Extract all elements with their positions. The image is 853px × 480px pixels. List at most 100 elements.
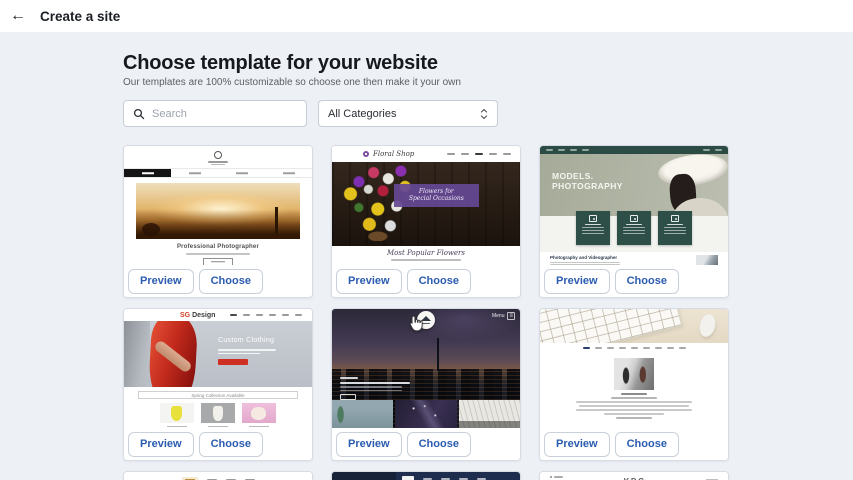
chevron-updown-icon [480,108,488,120]
template-thumbnail-sg-design[interactable]: SG Design Custom Clothing Spring Collect… [124,309,312,428]
sunset-field-photo [136,183,300,239]
hero-text: Custom Clothing [218,337,304,365]
preview-button[interactable]: Preview [336,269,402,294]
template-card-photographer: Professional Photographer Preview Choose [123,145,313,298]
template-card-city: Menu ≡ [331,308,521,461]
hero-headline: MODELS. PHOTOGRAPHY [552,171,623,191]
choose-button[interactable]: Choose [199,269,263,294]
floral-logo-icon [363,151,369,157]
choose-button[interactable]: Choose [407,269,471,294]
preview-button[interactable]: Preview [544,269,610,294]
sketch-photo [459,400,520,428]
template-footer: Most Popular Flowers [332,246,520,265]
preview-button[interactable]: Preview [128,432,194,457]
statue-of-liberty-photo [332,400,393,428]
template-card-row3-1: Preview Choose [123,471,313,480]
cta-button-placeholder [218,359,248,365]
camera-icon [589,215,597,222]
template-thumbnail-kdc[interactable]: KDC [540,472,728,480]
card-actions: Preview Choose [124,265,312,297]
search-icon [133,108,145,120]
collection-banner: Spring Collection Available [138,391,298,399]
tulip-bouquet-photo: Flowers for Special Occasions [332,162,520,246]
feature-cards-row [540,216,728,252]
menu-control: Menu ≡ [492,312,515,320]
section-subheading: Our templates are 100% customizable so c… [123,77,853,88]
choose-button[interactable]: Choose [199,432,263,457]
desk-keyboard-photo [540,309,728,343]
nav-links-placeholder [447,153,511,155]
category-dropdown[interactable]: All Categories [318,100,498,127]
tagline-placeholder [186,253,250,255]
menu-label: Menu [492,313,505,319]
template-thumbnail-city[interactable]: Menu ≡ [332,309,520,428]
card-actions: Preview Choose [540,265,728,297]
template-thumbnail-floral[interactable]: Floral Shop Flowers for Special Occasion… [332,146,520,265]
search-input[interactable] [152,108,297,120]
night-sky-photo [395,400,456,428]
choose-button[interactable]: Choose [407,432,471,457]
template-navbar: Floral Shop [332,146,520,162]
card-actions: Preview Choose [124,428,312,460]
template-thumbnail-row3-1[interactable] [124,472,312,480]
logo-text-placeholder [124,161,312,165]
back-button[interactable]: ← [10,8,26,24]
hero-headline: Custom Clothing [218,337,304,344]
template-grid: Professional Photographer Preview Choose… [123,145,853,480]
choose-button[interactable]: Choose [615,269,679,294]
search-box[interactable] [123,100,307,127]
filter-controls: All Categories [123,100,853,127]
product-photo-white-dress [201,403,235,423]
brand-rest: Design [190,312,215,319]
aperture-logo-icon [214,151,222,159]
feature-card [576,211,610,245]
content-area: Choose template for your website Our tem… [0,32,853,480]
template-navbar: SG Design [124,309,312,321]
template-navbar [540,343,728,353]
brand-name: Floral Shop [373,150,414,158]
preview-button[interactable]: Preview [336,432,402,457]
template-thumbnail-keyboard[interactable] [540,309,728,428]
nav-links-placeholder [230,314,302,316]
hero-line: MODELS. [552,171,623,181]
collection-label: Spring Collection Available [191,393,244,398]
template-headline: Professional Photographer [124,244,312,250]
cta-button-placeholder [203,258,233,266]
template-thumbnail-models[interactable]: MODELS. PHOTOGRAPHY Phot [540,146,728,265]
page-title: Create a site [40,9,120,24]
office-photo [614,358,654,390]
video-icon [671,215,679,222]
product-photo-pink-top [242,403,276,423]
preview-button[interactable]: Preview [128,269,194,294]
template-navbar [402,476,486,480]
template-thumbnail-photographer[interactable]: Professional Photographer [124,146,312,265]
hero-banner: Flowers for Special Occasions [394,184,479,207]
template-thumbnail-row3-2[interactable] [332,472,520,480]
photo-icon [630,215,638,222]
contact-list-placeholder [550,476,563,480]
keyboard [540,309,682,343]
body-text-placeholder [540,393,728,419]
footer-script-text: Most Popular Flowers [332,249,520,257]
hamburger-icon: ≡ [507,312,515,320]
choose-button[interactable]: Choose [615,432,679,457]
site-logo-badge [417,311,435,329]
hero-text-overlay [340,377,426,400]
banner-line: Flowers for [394,188,479,196]
template-card-kdc: KDC Preview Choose [539,471,729,480]
feature-card [658,211,692,245]
preview-button[interactable]: Preview [544,432,610,457]
mountain-icon [421,316,431,321]
template-card-row3-2: Preview Choose [331,471,521,480]
brand-accent: SG [180,312,190,319]
template-navbar [540,146,728,154]
computer-mouse [697,313,717,339]
body-title: Photography and Videographer [550,255,642,260]
sidebar-block [332,472,396,480]
body-text: Photography and Videographer [550,255,642,265]
card-actions: Preview Choose [332,265,520,297]
arrow-left-icon: ← [10,7,26,24]
cta-button-placeholder [340,394,356,400]
brand-name: SG Design [180,312,215,319]
template-card-sg-design: SG Design Custom Clothing Spring Collect… [123,308,313,461]
